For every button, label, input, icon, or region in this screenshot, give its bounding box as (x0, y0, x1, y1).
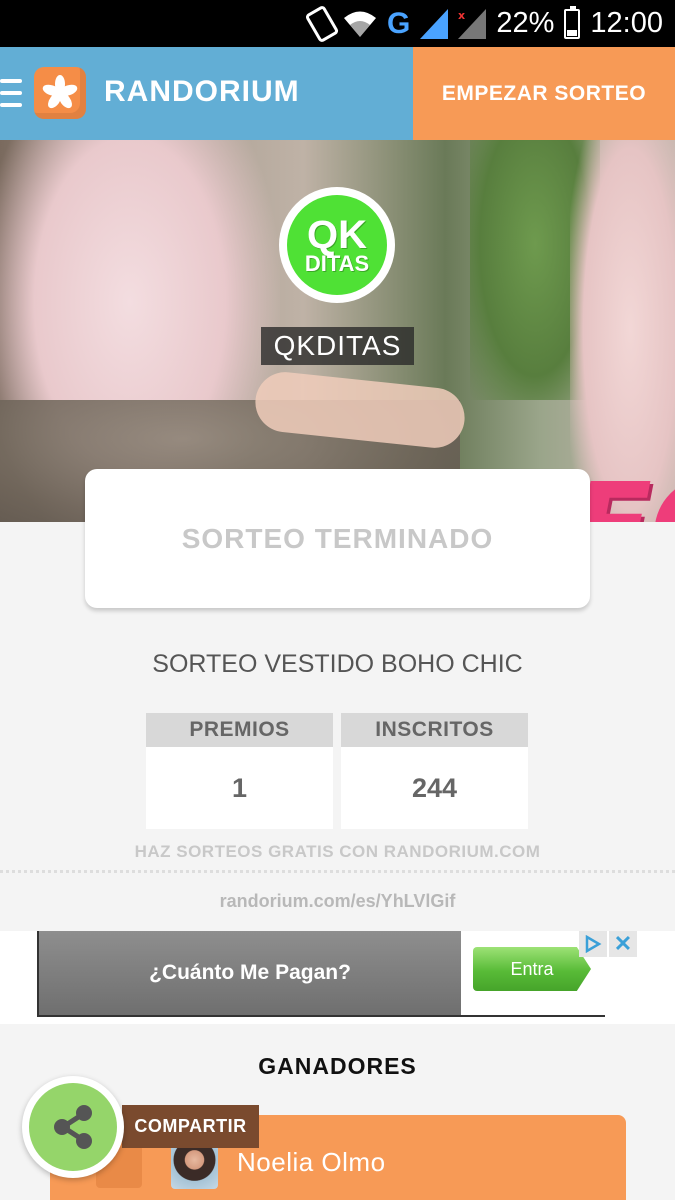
prizes-label: PREMIOS (146, 713, 333, 747)
winner-avatar (171, 1142, 218, 1189)
status-bar: G x 22% 12:00 (0, 0, 675, 47)
svg-text:x: x (458, 9, 465, 22)
rotate-phone-icon (304, 4, 340, 43)
app-bar-brand-area: RANDORIUM (0, 47, 413, 140)
status-icons: G x 22% 12:00 (304, 0, 663, 47)
promo-text[interactable]: HAZ SORTEOS GRATIS CON RANDORIUM.COM (0, 842, 675, 862)
menu-icon[interactable] (0, 79, 22, 107)
avatar-text-line1: QK (307, 212, 367, 257)
clock: 12:00 (590, 7, 663, 39)
cell-signal-icon (420, 8, 449, 39)
wifi-icon (343, 10, 377, 38)
ad-headline[interactable]: ¿Cuánto Me Pagan? (39, 931, 461, 1015)
randorium-logo[interactable] (34, 67, 86, 119)
divider (0, 870, 675, 873)
prizes-value: 1 (231, 772, 248, 803)
share-button[interactable] (22, 1076, 124, 1178)
raffle-status-card: SORTEO TERMINADO (85, 469, 590, 608)
ad-close-icon[interactable]: ✕ (609, 931, 637, 957)
subscribers-value: 244 (411, 772, 458, 803)
cell-signal-icon: x (458, 8, 487, 39)
avatar-logo: QK DITAS (287, 195, 387, 295)
network-type: G (387, 6, 411, 40)
avatar-text-line2: DITAS (304, 250, 370, 276)
battery-percent: 22% (496, 7, 555, 39)
raffle-title: SORTEO VESTIDO BOHO CHIC (152, 650, 523, 678)
subscribers-stat: INSCRITOS 244 (341, 713, 528, 829)
battery-icon (564, 5, 581, 39)
ad-choices-icon[interactable] (579, 931, 607, 957)
ad-banner[interactable]: ¿Cuánto Me Pagan? Entra (37, 931, 605, 1017)
winner-name: Noelia Olmo (237, 1147, 386, 1177)
subscribers-label: INSCRITOS (341, 713, 528, 747)
share-label[interactable]: COMPARTIR (122, 1105, 259, 1148)
share-button-fill (29, 1083, 117, 1171)
flower-icon (41, 75, 79, 111)
short-link[interactable]: randorium.com/es/YhLVlGif (0, 891, 675, 912)
prizes-stat: PREMIOS 1 (146, 713, 333, 829)
organizer-avatar[interactable]: QK DITAS (279, 187, 395, 303)
brand-name[interactable]: RANDORIUM (104, 75, 300, 109)
app-bar: RANDORIUM EMPEZAR SORTEO (0, 47, 675, 140)
winners-heading: GANADORES (258, 1053, 417, 1079)
share-icon (54, 1105, 92, 1149)
ad-cta-button[interactable]: Entra (473, 947, 591, 991)
organizer-name[interactable]: QKDITAS (261, 327, 414, 365)
start-raffle-button[interactable]: EMPEZAR SORTEO (413, 47, 675, 140)
